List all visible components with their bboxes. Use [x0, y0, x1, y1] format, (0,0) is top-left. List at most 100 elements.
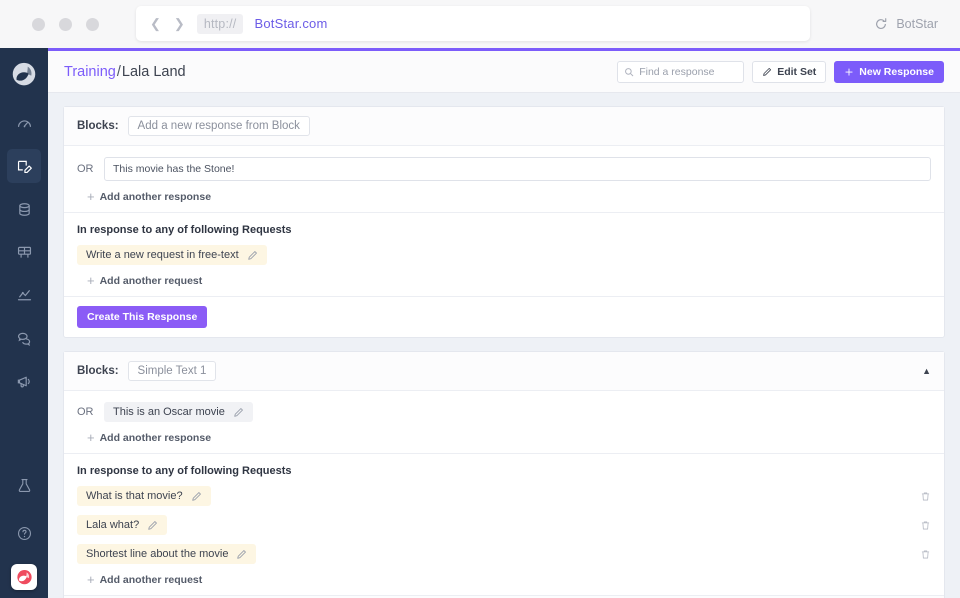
blocks-label: Blocks:: [77, 120, 119, 132]
browser-nav-arrows: ❮ ❯: [150, 17, 185, 30]
new-response-label: New Response: [859, 65, 934, 78]
request-chip[interactable]: Shortest line about the movie: [77, 544, 257, 564]
request-chip[interactable]: Write a new request in free-text: [77, 245, 267, 265]
sidebar-item-broadcast[interactable]: [7, 364, 41, 398]
responses-section: OR This is an Oscar movie + Add another …: [64, 391, 944, 453]
request-text: Lala what?: [86, 519, 140, 531]
sidebar-item-chat-builder[interactable]: [7, 149, 41, 183]
breadcrumb-lala-land: Lala Land: [121, 63, 186, 80]
main-region: Training/Lala Land Find a response Edit …: [48, 48, 960, 598]
plus-icon: +: [87, 273, 95, 288]
request-row: What is that movie?: [77, 486, 931, 506]
window-close-button[interactable]: [32, 17, 45, 31]
reload-icon[interactable]: [874, 17, 888, 31]
url-scheme: http://: [196, 13, 244, 34]
create-this-response-button[interactable]: Create This Response: [77, 306, 208, 328]
response-text-input[interactable]: This movie has the Stone!: [104, 157, 931, 181]
window-traffic-lights: [32, 17, 99, 31]
sidebar-item-analytics[interactable]: [7, 278, 41, 312]
app-sidebar: [0, 48, 48, 598]
request-text: Write a new request in free-text: [86, 249, 239, 261]
card-header: Blocks: Add a new response from Block: [64, 107, 944, 146]
pencil-icon[interactable]: [191, 491, 202, 502]
plus-icon: [845, 67, 853, 76]
address-bar[interactable]: ❮ ❯ http:// BotStar.com: [136, 6, 810, 41]
request-chip[interactable]: Lala what?: [77, 515, 168, 535]
request-text: What is that movie?: [86, 490, 183, 502]
add-another-request-link[interactable]: + Add another request: [87, 274, 931, 287]
page-topbar: Training/Lala Land Find a response Edit …: [48, 51, 960, 93]
chevron-up-icon[interactable]: ▲: [922, 366, 931, 376]
trash-icon[interactable]: [920, 491, 931, 502]
botstar-logo-icon[interactable]: [9, 60, 39, 90]
edit-set-button[interactable]: Edit Set: [752, 60, 827, 83]
card-header: Blocks: Simple Text 1 ▲: [64, 352, 944, 391]
add-another-response-link[interactable]: + Add another response: [87, 431, 931, 444]
plus-icon: +: [87, 572, 95, 587]
plus-icon: +: [87, 189, 95, 204]
forward-icon[interactable]: ❯: [174, 17, 185, 30]
responses-list: Blocks: Add a new response from Block OR…: [48, 93, 960, 598]
add-another-request-link[interactable]: + Add another request: [87, 573, 931, 586]
plus-icon: +: [87, 430, 95, 445]
url-host: BotStar.com: [254, 16, 328, 31]
requests-section: In response to any of following Requests…: [64, 212, 944, 296]
add-another-response-label: Add another response: [99, 431, 212, 444]
sidebar-item-conversations[interactable]: [7, 321, 41, 355]
request-row: Write a new request in free-text: [77, 245, 931, 265]
add-another-request-label: Add another request: [99, 573, 203, 586]
search-placeholder: Find a response: [639, 65, 715, 78]
response-card: Blocks: Simple Text 1 ▲ OR This is an Os…: [63, 351, 945, 598]
back-icon[interactable]: ❮: [150, 17, 161, 30]
new-response-button[interactable]: New Response: [834, 60, 944, 83]
sidebar-item-dashboard[interactable]: [7, 106, 41, 140]
pencil-icon[interactable]: [247, 250, 258, 261]
sidebar-item-tables[interactable]: [7, 235, 41, 269]
requests-title: In response to any of following Requests: [77, 224, 292, 236]
sidebar-bottom-items: [7, 468, 41, 598]
botstar-badge-icon[interactable]: [11, 564, 37, 590]
breadcrumb-training[interactable]: Training: [64, 64, 116, 80]
requests-section: In response to any of following Requests…: [64, 453, 944, 595]
pencil-icon[interactable]: [233, 407, 244, 418]
breadcrumb: Training/Lala Land: [64, 64, 186, 80]
window-maximize-button[interactable]: [86, 17, 99, 31]
breadcrumb-separator: /: [116, 63, 121, 80]
response-card: Blocks: Add a new response from Block OR…: [63, 106, 945, 338]
request-row: Lala what?: [77, 515, 931, 535]
add-another-request-label: Add another request: [99, 274, 203, 287]
request-chip[interactable]: What is that movie?: [77, 486, 211, 506]
search-response-field[interactable]: Find a response: [617, 60, 745, 83]
window-minimize-button[interactable]: [59, 17, 72, 31]
add-another-response-link[interactable]: + Add another response: [87, 190, 931, 203]
topbar-actions: Find a response Edit Set New Response: [617, 60, 944, 83]
request-text: Shortest line about the movie: [86, 548, 229, 560]
trash-icon[interactable]: [920, 549, 931, 560]
request-row: Shortest line about the movie: [77, 544, 931, 564]
block-selector-chip[interactable]: Add a new response from Block: [127, 116, 310, 136]
responses-section: OR This movie has the Stone! + Add anoth…: [64, 146, 944, 212]
block-selector-chip[interactable]: Simple Text 1: [127, 361, 217, 381]
blocks-label: Blocks:: [77, 365, 119, 377]
requests-title: In response to any of following Requests: [77, 465, 292, 477]
trash-icon[interactable]: [920, 520, 931, 531]
response-chip[interactable]: This is an Oscar movie: [104, 402, 253, 422]
sidebar-item-database[interactable]: [7, 192, 41, 226]
response-row: OR This movie has the Stone!: [77, 157, 931, 181]
pencil-icon[interactable]: [147, 520, 158, 531]
response-text: This is an Oscar movie: [113, 406, 225, 418]
add-another-response-label: Add another response: [99, 190, 212, 203]
response-row: OR This is an Oscar movie: [77, 402, 931, 422]
sidebar-item-lab[interactable]: [7, 468, 41, 502]
edit-set-label: Edit Set: [777, 65, 817, 78]
or-label: OR: [77, 406, 94, 418]
browser-reload-group[interactable]: BotStar: [874, 0, 938, 48]
create-response-section: Create This Response: [64, 296, 944, 337]
pencil-icon[interactable]: [236, 549, 247, 560]
sidebar-item-help[interactable]: [7, 516, 41, 550]
sidebar-nav-items: [7, 106, 41, 407]
reload-label: BotStar: [896, 17, 938, 31]
search-icon: [625, 67, 634, 76]
pencil-icon: [763, 67, 772, 76]
browser-chrome: ❮ ❯ http:// BotStar.com BotStar: [0, 0, 960, 48]
